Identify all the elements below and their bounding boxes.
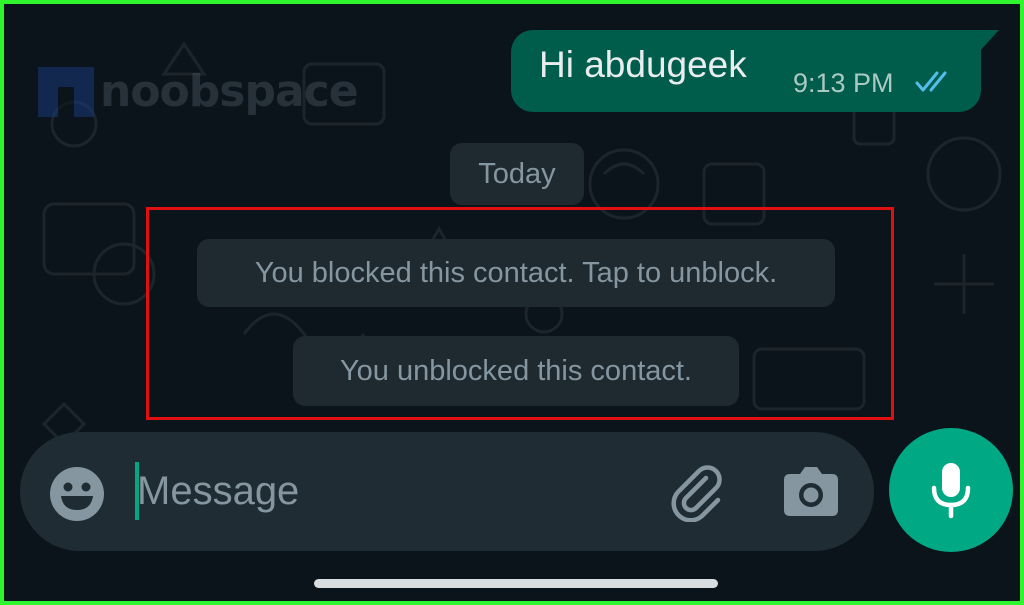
noobspace-watermark: noobspace: [38, 66, 359, 117]
microphone-icon: [931, 463, 971, 519]
double-check-read-icon: [915, 71, 947, 92]
chat-screen: noobspace Hi abdugeek 9:13 PM Today You …: [0, 0, 1024, 605]
message-input[interactable]: [137, 456, 637, 526]
date-divider-label: Today: [478, 157, 556, 190]
outgoing-message-text: Hi abdugeek: [539, 44, 747, 85]
paperclip-icon[interactable]: [666, 462, 726, 522]
emoji-icon[interactable]: [48, 465, 106, 523]
microphone-button[interactable]: [889, 428, 1013, 552]
message-timestamp: 9:13 PM: [793, 68, 894, 98]
outgoing-message-bubble[interactable]: Hi abdugeek 9:13 PM: [511, 30, 999, 112]
noobspace-logo-icon: [38, 66, 94, 117]
message-composer: [20, 432, 874, 551]
watermark-text: noobspace: [100, 66, 359, 117]
camera-icon[interactable]: [780, 464, 842, 520]
home-indicator-bar[interactable]: [314, 579, 718, 588]
annotation-highlight-box: [146, 207, 894, 420]
date-divider-today: Today: [450, 143, 584, 205]
